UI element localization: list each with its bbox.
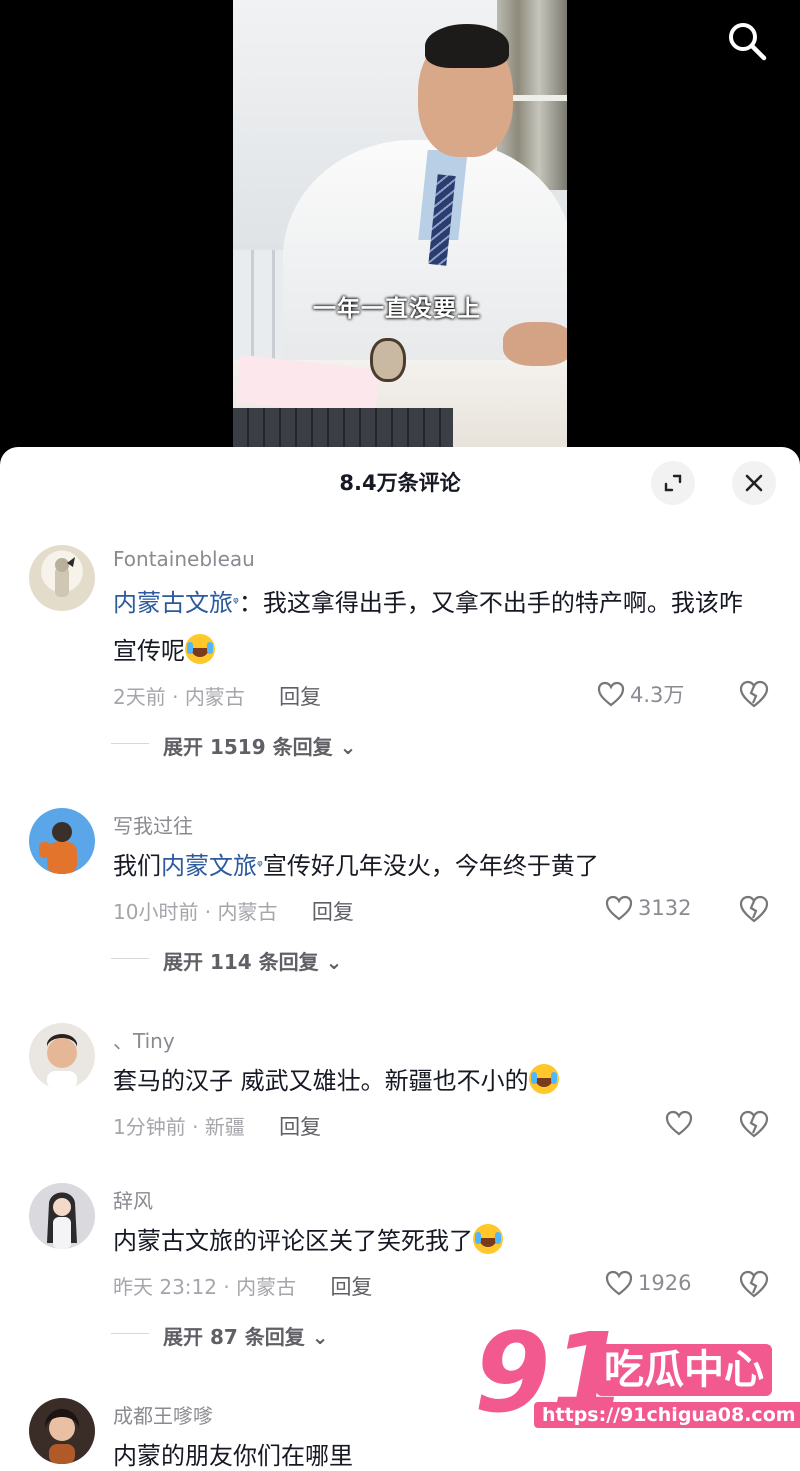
comment-location: 内蒙古 — [217, 900, 278, 924]
like-count: 3132 — [638, 896, 692, 920]
broken-heart-icon — [739, 680, 769, 708]
keyboard-image — [233, 408, 453, 450]
comment-body: 内蒙的朋友你们在哪里 — [113, 1442, 353, 1470]
video-caption: 一年一直没要上 — [313, 296, 481, 322]
dislike-button[interactable] — [738, 1269, 770, 1303]
like-count: 1926 — [638, 1271, 692, 1295]
expand-replies-button[interactable]: 展开 1519 条回复 ⌄ — [110, 731, 357, 760]
comment-username[interactable]: 写我过往 — [113, 810, 193, 839]
comment-meta: 2天前 · 内蒙古 回复 — [113, 685, 322, 709]
comment-username[interactable]: 成都王嗲嗲 — [113, 1400, 213, 1429]
heart-icon — [597, 681, 625, 707]
reply-button[interactable]: 回复 — [279, 685, 321, 709]
comment-meta: 昨天 23:12 · 内蒙古 回复 — [113, 1275, 373, 1299]
like-button[interactable]: 4.3万 — [596, 679, 684, 709]
close-sheet-button[interactable] — [732, 461, 776, 505]
laughing-crying-emoji-icon — [528, 1064, 559, 1094]
expand-replies-button[interactable]: 展开 87 条回复 ⌄ — [111, 1321, 329, 1350]
dislike-button[interactable] — [738, 894, 770, 928]
reply-button[interactable]: 回复 — [279, 1115, 321, 1139]
comment-username[interactable]: Fontainebleau — [113, 547, 255, 571]
avatar[interactable] — [29, 545, 95, 611]
close-icon — [745, 474, 763, 492]
watermark-url: https://91chigua08.com — [534, 1402, 800, 1428]
chevron-down-icon: ⌄ — [339, 735, 357, 759]
comment-body: 内蒙古文旅的评论区关了笑死我了 — [113, 1227, 473, 1255]
like-count: 4.3万 — [630, 683, 685, 707]
mention-link[interactable]: 内蒙文旅ᵠ — [161, 852, 263, 880]
comment-time: 10小时前 — [113, 900, 199, 924]
comment-location: 新疆 — [204, 1115, 245, 1139]
comment-body: 套马的汉子 威武又雄壮。新疆也不小的 — [113, 1067, 529, 1095]
expand-sheet-button[interactable] — [651, 461, 695, 505]
reply-button[interactable]: 回复 — [312, 900, 354, 924]
heart-icon — [605, 1270, 633, 1296]
expand-replies-button[interactable]: 展开 114 条回复 ⌄ — [110, 946, 343, 975]
comment-username[interactable]: 、Tiny — [113, 1025, 175, 1054]
site-watermark: 91 吃瓜中心 https://91chigua08.com — [474, 1318, 800, 1471]
comment-username[interactable]: 辞风 — [113, 1185, 153, 1214]
broken-heart-icon — [739, 895, 769, 923]
watermark-brand: 吃瓜中心 — [596, 1344, 772, 1396]
comment-text: 内蒙古文旅ᵠ：我这拿得出手，又拿不出手的特产啊。我该咋宣传呢 — [113, 579, 753, 675]
comment-time: 1分钟前 — [113, 1115, 186, 1139]
comment-meta: 1分钟前 · 新疆 回复 — [113, 1115, 322, 1139]
comment-time: 2天前 — [113, 685, 166, 709]
avatar[interactable] — [29, 1023, 95, 1089]
comment-text: 套马的汉子 威武又雄壮。新疆也不小的 — [113, 1057, 753, 1105]
video-player[interactable]: 一年一直没要上 — [0, 0, 800, 470]
comment-location: 内蒙古 — [236, 1275, 297, 1299]
avatar[interactable] — [29, 808, 95, 874]
avatar[interactable] — [29, 1398, 95, 1464]
comment-location: 内蒙古 — [184, 685, 245, 709]
comment-text: 我们内蒙文旅ᵠ宣传好几年没火，今年终于黄了 — [113, 852, 599, 880]
chevron-down-icon: ⌄ — [311, 1325, 329, 1349]
comment-text: 内蒙古文旅的评论区关了笑死我了 — [113, 1217, 753, 1265]
comment-time: 昨天 23:12 — [113, 1275, 217, 1299]
like-button[interactable]: 1926 — [604, 1269, 691, 1297]
dislike-button[interactable] — [738, 679, 770, 713]
reply-button[interactable]: 回复 — [330, 1275, 372, 1299]
broken-heart-icon — [739, 1110, 769, 1138]
chevron-down-icon: ⌄ — [325, 950, 343, 974]
expand-icon — [664, 474, 682, 492]
like-button[interactable] — [664, 1109, 698, 1137]
avatar[interactable] — [29, 1183, 95, 1249]
comment-body: 宣传好几年没火，今年终于黄了 — [262, 852, 599, 880]
heart-icon — [605, 895, 633, 921]
laughing-crying-emoji-icon — [473, 1224, 503, 1254]
comment-meta: 10小时前 · 内蒙古 回复 — [113, 900, 354, 924]
laughing-crying-emoji-icon — [185, 634, 215, 664]
broken-heart-icon — [739, 1270, 769, 1298]
video-frame — [233, 0, 567, 450]
heart-icon — [665, 1110, 693, 1136]
search-icon[interactable] — [726, 20, 768, 62]
dislike-button[interactable] — [738, 1109, 770, 1143]
like-button[interactable]: 3132 — [604, 894, 691, 922]
mention-link[interactable]: 内蒙古文旅ᵠ — [113, 589, 239, 617]
